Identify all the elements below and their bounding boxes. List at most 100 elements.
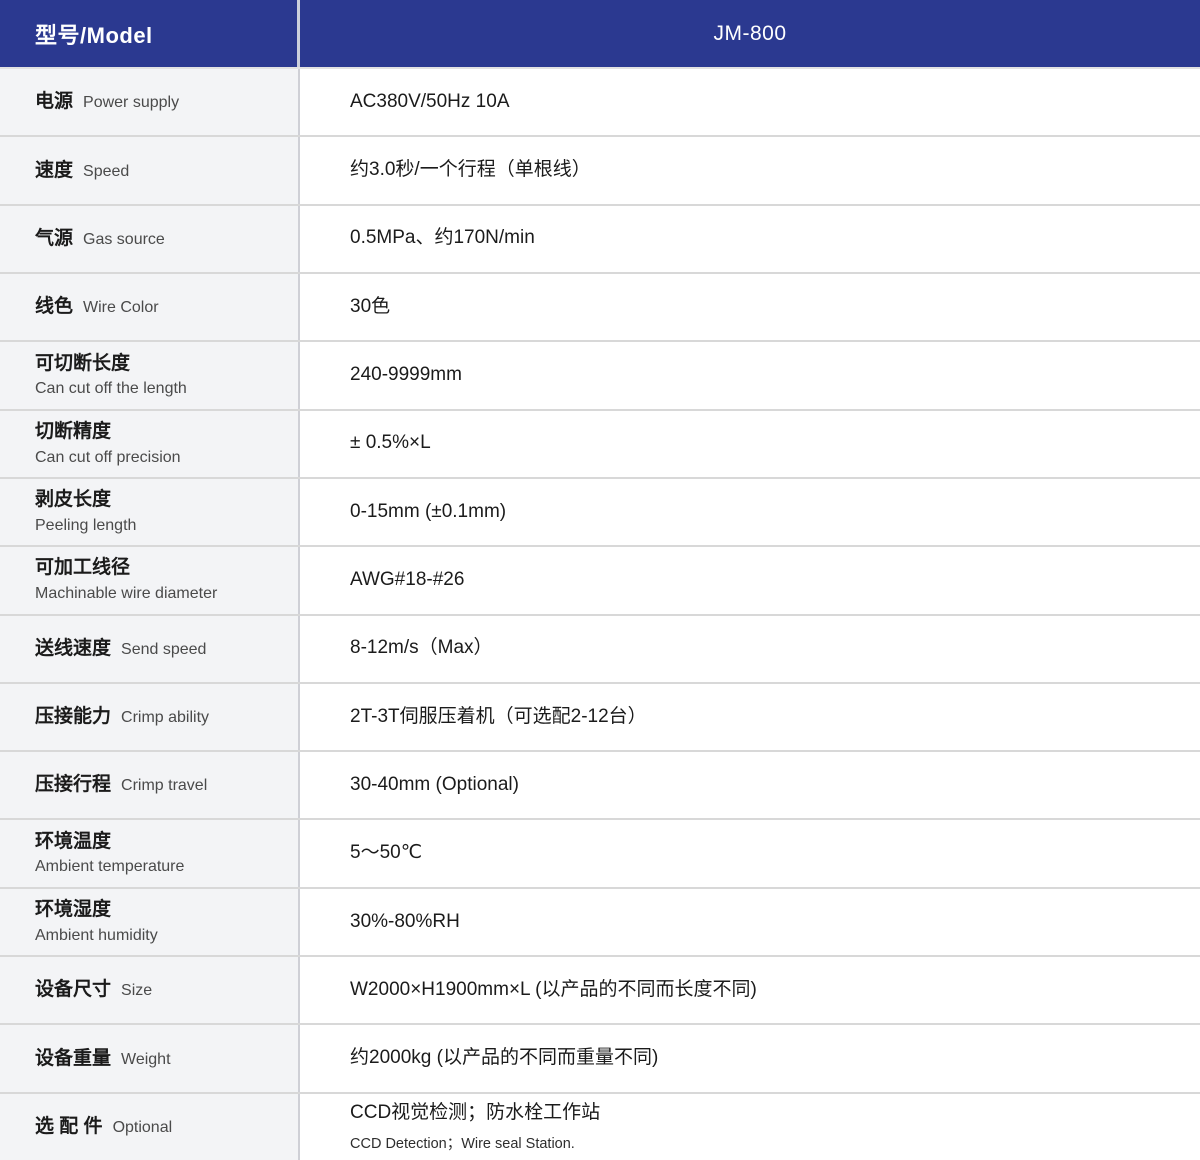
spec-value: AC380V/50Hz 10A [350, 90, 1180, 115]
spec-label-zh: 线色 [35, 296, 73, 317]
spec-label-zh: 切断精度 [35, 421, 111, 442]
spec-value: 30色 [350, 295, 1180, 320]
spec-value-cell: W2000×H1900mm×L (以产品的不同而长度不同) [300, 957, 1200, 1023]
spec-value: 5～50℃ [350, 841, 1180, 866]
spec-value: ± 0.5%×L [350, 431, 1180, 456]
spec-value: 约3.0秒/一个行程（单根线） [350, 158, 1180, 183]
spec-label-en: Power supply [83, 94, 179, 111]
spec-label: 线色 Wire Color [35, 295, 288, 319]
spec-label-cell: 设备尺寸Size [0, 957, 300, 1023]
spec-value-cell: 5～50℃ [300, 820, 1200, 886]
spec-value-cell: 2T-3T伺服压着机（可选配2-12台） [300, 684, 1200, 750]
spec-row: 设备重量 Weight 约2000kg (以产品的不同而重量不同) [0, 1023, 1200, 1091]
spec-row: 线色 Wire Color 30色 [0, 272, 1200, 340]
spec-label: 切断精度 Can cut off precision [35, 420, 288, 468]
spec-row: 气源 Gas source 0.5MPa、约170N/min [0, 204, 1200, 272]
spec-value: 30-40mm (Optional) [350, 773, 1180, 798]
spec-value: 0-15mm (±0.1mm) [350, 500, 1180, 525]
spec-value: 2T-3T伺服压着机（可选配2-12台） [350, 705, 1180, 730]
spec-label: 剥皮长度 Peeling length [35, 488, 288, 536]
spec-label-zh: 速度 [35, 160, 73, 181]
spec-value-cell: 约3.0秒/一个行程（单根线） [300, 137, 1200, 203]
spec-label: 环境温度 Ambient temperature [35, 830, 288, 878]
spec-label: 气源 Gas source [35, 227, 288, 251]
spec-label-zh: 压接行程 [35, 774, 111, 795]
spec-label: 电源 Power supply [35, 90, 288, 114]
spec-value-cell: 约2000kg (以产品的不同而重量不同) [300, 1025, 1200, 1091]
spec-label-cell: 可加工线径Machinable wire diameter [0, 547, 300, 613]
spec-value-cell: AC380V/50Hz 10A [300, 69, 1200, 135]
spec-value: 240-9999mm [350, 363, 1180, 388]
spec-value-cell: 8-12m/s（Max） [300, 616, 1200, 682]
spec-label-cell: 气源 Gas source [0, 206, 300, 272]
spec-value: 30%-80%RH [350, 910, 1180, 935]
spec-label: 可加工线径Machinable wire diameter [35, 556, 288, 604]
spec-label-en: Speed [83, 163, 129, 180]
spec-row: 切断精度 Can cut off precision ± 0.5%×L [0, 409, 1200, 477]
spec-label-zh: 送线速度 [35, 638, 111, 659]
spec-label: 设备重量 Weight [35, 1047, 288, 1071]
spec-label: 设备尺寸Size [35, 978, 288, 1002]
spec-table: 型号/Model JM-800 电源 Power supply AC380V/50H… [0, 0, 1200, 1160]
spec-row: 环境温度 Ambient temperature 5～50℃ [0, 818, 1200, 886]
spec-label-en: Ambient humidity [35, 926, 288, 946]
spec-label-cell: 压接行程 Crimp travel [0, 752, 300, 818]
spec-label-cell: 设备重量 Weight [0, 1025, 300, 1091]
spec-label-en: Optional [113, 1119, 173, 1136]
spec-value-cell: 240-9999mm [300, 342, 1200, 408]
spec-label-cell: 电源 Power supply [0, 69, 300, 135]
spec-label-zh: 选 配 件 [35, 1116, 103, 1137]
spec-label-zh: 电源 [35, 91, 73, 112]
spec-label-zh: 环境温度 [35, 831, 111, 852]
spec-label-cell: 压接能力 Crimp ability [0, 684, 300, 750]
spec-value: 0.5MPa、约170N/min [350, 226, 1180, 251]
spec-value-cell: 0.5MPa、约170N/min [300, 206, 1200, 272]
header-model-value: JM-800 [300, 0, 1200, 67]
spec-label-en: Weight [121, 1051, 171, 1068]
spec-row: 选 配 件 Optional CCD视觉检测；防水栓工作站 CCD Detection… [0, 1092, 1200, 1160]
spec-value-cell: ± 0.5%×L [300, 411, 1200, 477]
spec-label-zh: 压接能力 [35, 706, 111, 727]
spec-label-en: Can cut off the length [35, 379, 288, 399]
spec-value: 8-12m/s（Max） [350, 636, 1180, 661]
spec-label-zh: 环境湿度 [35, 899, 111, 920]
spec-row: 设备尺寸Size W2000×H1900mm×L (以产品的不同而长度不同) [0, 955, 1200, 1023]
spec-label-en: Size [121, 982, 152, 999]
spec-row: 压接能力 Crimp ability 2T-3T伺服压着机（可选配2-12台） [0, 682, 1200, 750]
spec-value: CCD视觉检测；防水栓工作站 [350, 1101, 1180, 1126]
spec-label-zh: 气源 [35, 228, 73, 249]
spec-label-en: Wire Color [83, 299, 159, 316]
spec-row: 压接行程 Crimp travel 30-40mm (Optional) [0, 750, 1200, 818]
spec-label: 环境湿度 Ambient humidity [35, 898, 288, 946]
spec-label-en: Crimp travel [121, 777, 207, 794]
spec-label-zh: 设备重量 [35, 1048, 111, 1069]
spec-label-en: Gas source [83, 231, 165, 248]
spec-value-sub: CCD Detection；Wire seal Station. [350, 1132, 1180, 1153]
spec-value-cell: AWG#18-#26 [300, 547, 1200, 613]
spec-label-zh: 可加工线径 [35, 557, 130, 578]
spec-row: 送线速度Send speed 8-12m/s（Max） [0, 614, 1200, 682]
spec-label-en: Crimp ability [121, 709, 209, 726]
spec-row: 电源 Power supply AC380V/50Hz 10A [0, 67, 1200, 135]
spec-row: 可加工线径Machinable wire diameter AWG#18-#26 [0, 545, 1200, 613]
spec-row: 剥皮长度 Peeling length 0-15mm (±0.1mm) [0, 477, 1200, 545]
spec-label: 选 配 件 Optional [35, 1115, 288, 1139]
spec-label-en: Peeling length [35, 516, 288, 536]
spec-value-cell: 30-40mm (Optional) [300, 752, 1200, 818]
spec-label-zh: 剥皮长度 [35, 489, 111, 510]
spec-label-cell: 送线速度Send speed [0, 616, 300, 682]
header-model-label: 型号/Model [0, 0, 300, 67]
spec-label-cell: 切断精度 Can cut off precision [0, 411, 300, 477]
spec-value-cell: 0-15mm (±0.1mm) [300, 479, 1200, 545]
spec-value: AWG#18-#26 [350, 568, 1180, 593]
spec-label-cell: 环境温度 Ambient temperature [0, 820, 300, 886]
spec-label-en: Can cut off precision [35, 448, 288, 468]
spec-label-en: Ambient temperature [35, 857, 288, 877]
spec-label: 送线速度Send speed [35, 637, 288, 661]
spec-label: 速度 Speed [35, 159, 288, 183]
spec-row: 可切断长度Can cut off the length240-9999mm [0, 340, 1200, 408]
spec-label-cell: 线色 Wire Color [0, 274, 300, 340]
spec-label: 压接能力 Crimp ability [35, 705, 288, 729]
spec-value: W2000×H1900mm×L (以产品的不同而长度不同) [350, 978, 1180, 1003]
spec-rows: 电源 Power supply AC380V/50Hz 10A 速度 Speed 约3.0… [0, 67, 1200, 1160]
